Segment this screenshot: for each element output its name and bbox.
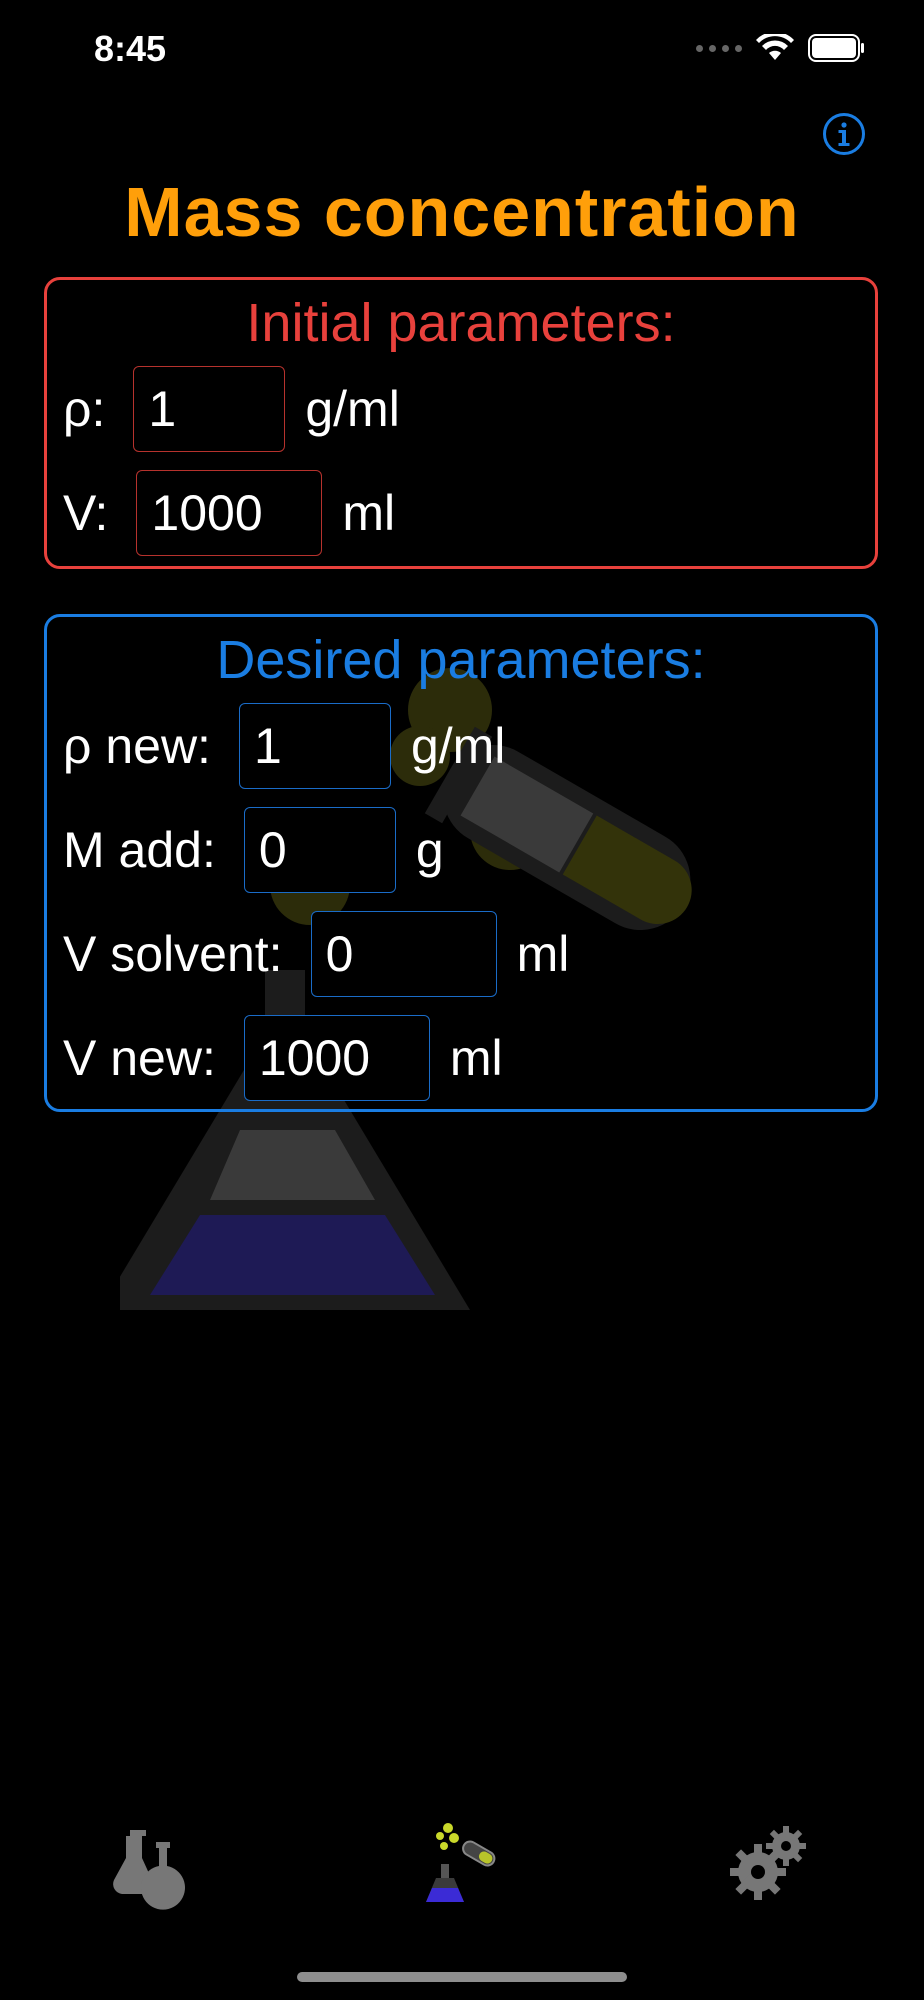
desired-density-label: ρ new:	[63, 718, 211, 774]
mass-add-row: M add: 0 g	[63, 807, 444, 893]
initial-volume-input[interactable]: 1000	[136, 470, 323, 556]
gears-icon[interactable]	[724, 1820, 814, 1910]
info-icon[interactable]	[822, 112, 866, 156]
initial-volume-row: V: 1000 ml	[63, 470, 395, 556]
desired-density-row: ρ new: 1 g/ml	[63, 703, 505, 789]
mass-add-unit: g	[415, 822, 444, 878]
volume-new-label: V new:	[63, 1030, 216, 1086]
desired-parameters-panel: Desired parameters: ρ new: 1 g/ml M add:…	[44, 614, 878, 1112]
mass-add-label: M add:	[63, 822, 216, 878]
initial-density-input[interactable]: 1	[133, 366, 286, 452]
chemistry-mix-icon[interactable]	[420, 1820, 510, 1910]
volume-solvent-unit: ml	[516, 926, 570, 982]
tab-bar	[0, 1820, 924, 1930]
initial-parameters-panel: Initial parameters: ρ: 1 g/ml V: 1000 ml	[44, 277, 878, 569]
volume-solvent-input[interactable]: 0	[310, 911, 497, 997]
home-indicator	[297, 1972, 627, 1982]
desired-density-unit: g/ml	[410, 718, 506, 774]
screen: 8:45 Mass concentration Initial paramete…	[0, 0, 924, 2000]
volume-solvent-label: V solvent:	[63, 926, 283, 982]
initial-density-label: ρ:	[63, 381, 106, 437]
volume-solvent-row: V solvent: 0 ml	[63, 911, 569, 997]
volume-new-unit: ml	[449, 1030, 503, 1086]
initial-volume-label: V:	[63, 485, 109, 541]
initial-volume-unit: ml	[342, 485, 396, 541]
page-title: Mass concentration	[124, 173, 800, 251]
volume-new-input[interactable]: 1000	[243, 1015, 430, 1101]
wifi-icon	[756, 34, 794, 60]
initial-parameters-title: Initial parameters:	[246, 293, 676, 353]
volume-new-row: V new: 1000 ml	[63, 1015, 503, 1101]
mass-add-input[interactable]: 0	[243, 807, 396, 893]
initial-density-unit: g/ml	[305, 381, 400, 437]
desired-parameters-title: Desired parameters:	[216, 630, 706, 690]
signal-icon	[696, 44, 742, 52]
status-time: 8:45	[94, 28, 167, 69]
initial-density-row: ρ: 1 g/ml	[63, 366, 400, 452]
status-icons	[696, 34, 866, 62]
flasks-icon[interactable]	[108, 1820, 198, 1910]
desired-density-input[interactable]: 1	[238, 703, 391, 789]
battery-icon	[808, 34, 864, 62]
